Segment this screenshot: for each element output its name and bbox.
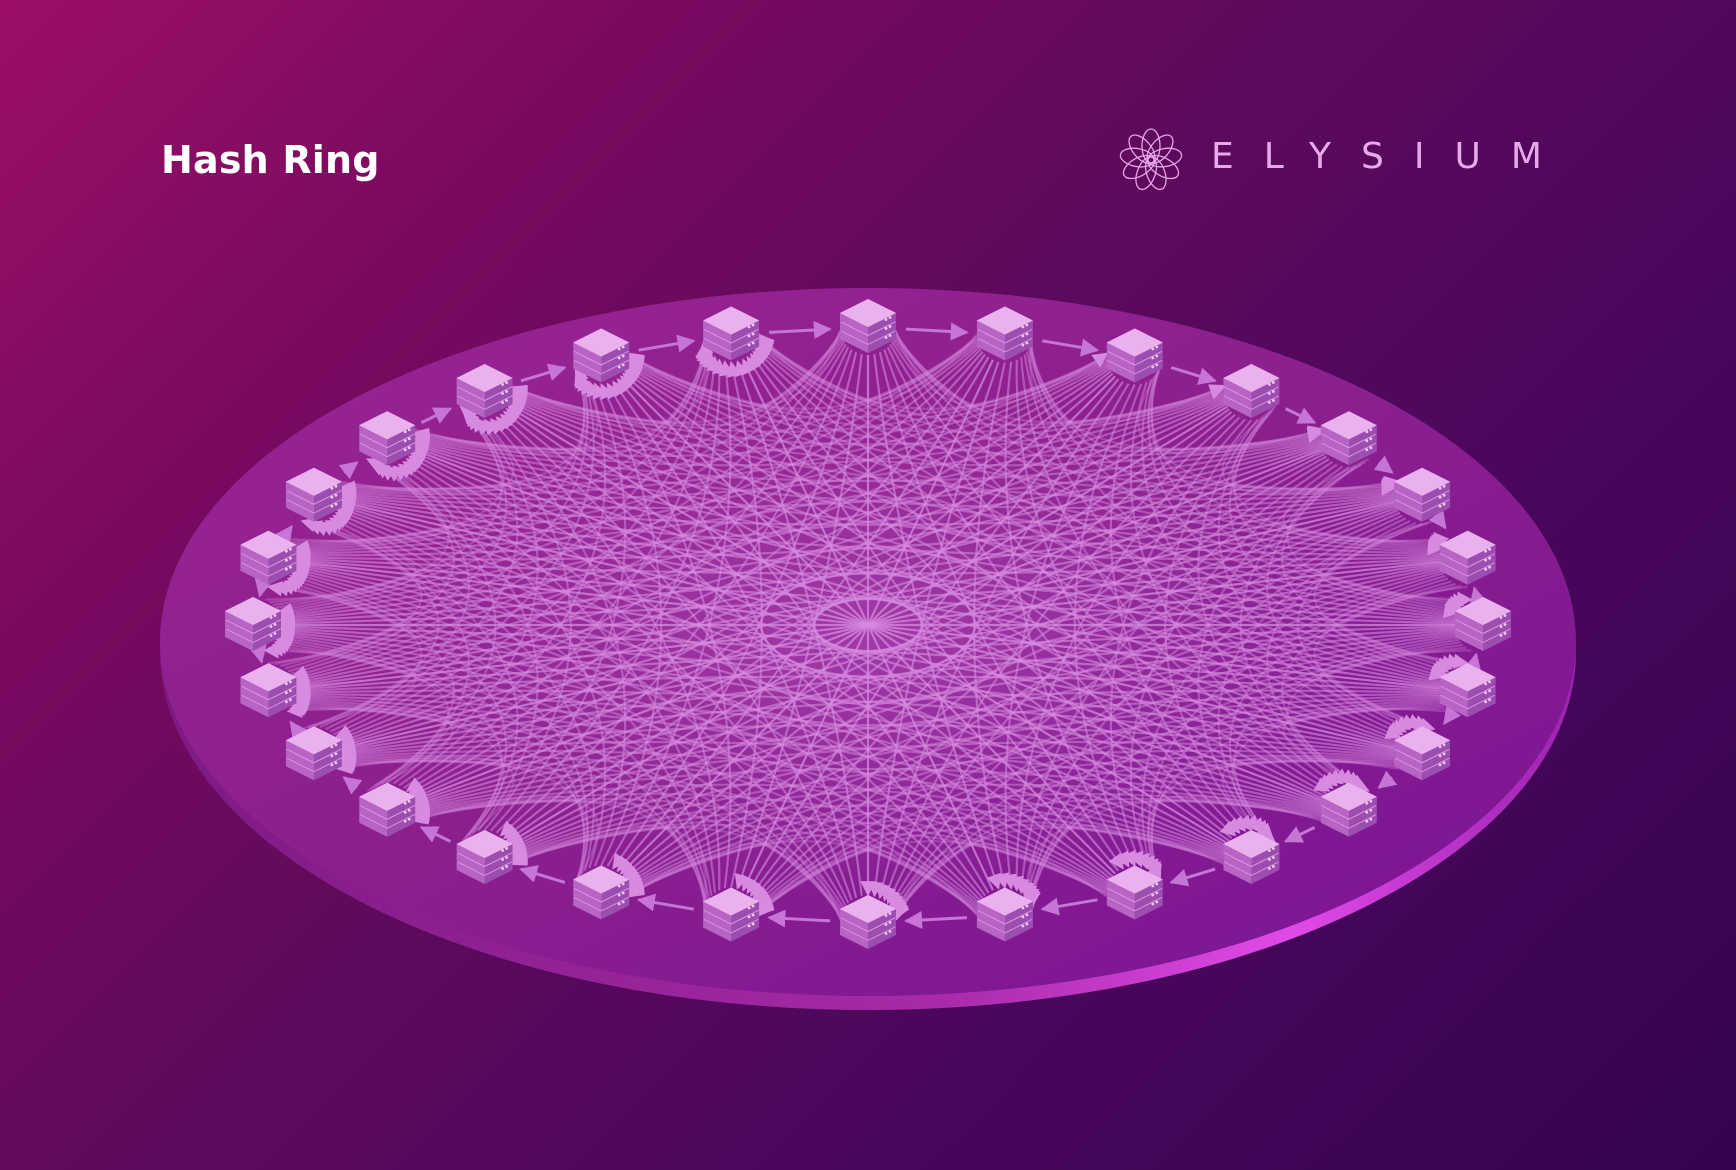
ring-arrow (249, 644, 267, 664)
ring-arrow (1443, 705, 1462, 725)
ring-arrow (289, 720, 308, 741)
ring-arrow (254, 577, 273, 598)
ring-arrow (274, 525, 293, 545)
ring-arrow (1469, 586, 1487, 606)
hash-ring-diagram (160, 288, 1576, 1010)
ring-arrow (1463, 652, 1482, 673)
ring-arrow (1428, 509, 1447, 530)
